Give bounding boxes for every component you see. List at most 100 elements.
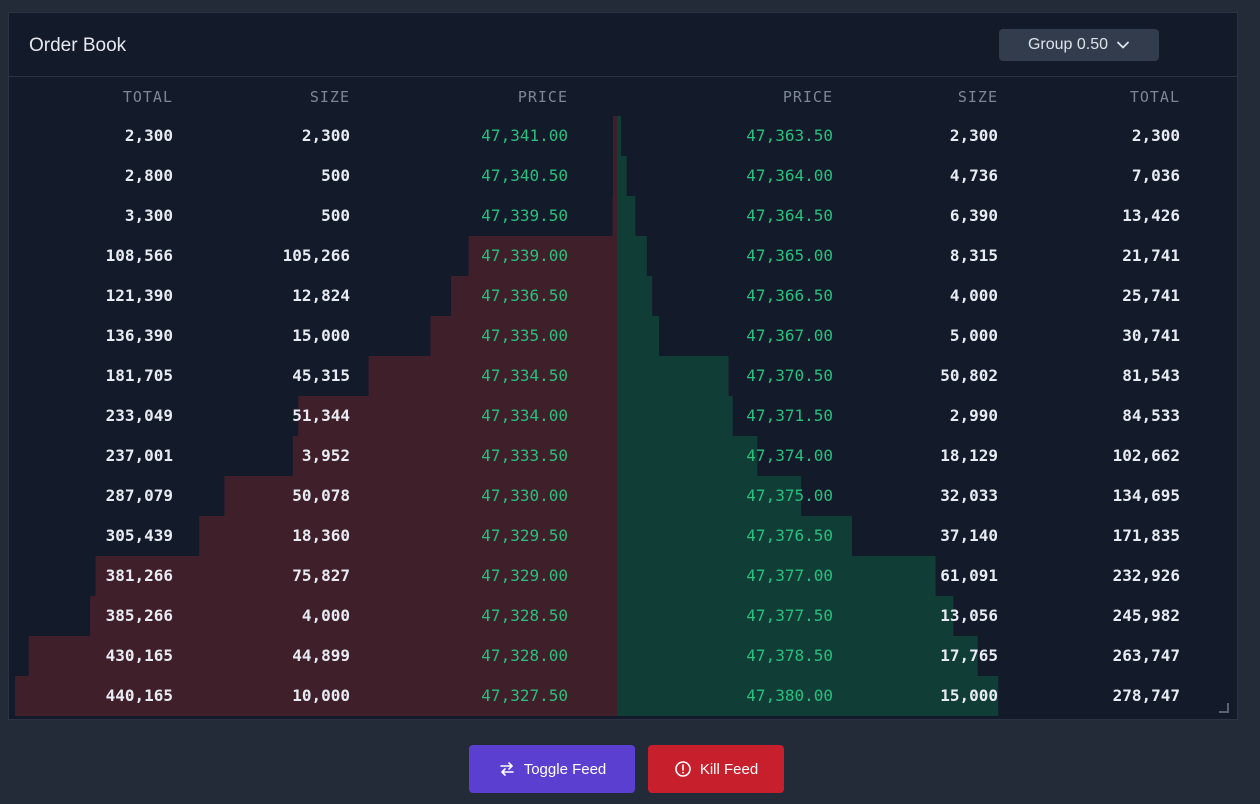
- asks-price-header: PRICE: [782, 88, 833, 106]
- asks-size-cell: 4,000: [949, 286, 998, 305]
- group-select-label: Group 0.50: [1027, 36, 1109, 53]
- asks-total-cell: 84,533: [1122, 406, 1180, 425]
- bids-total-cell: 237,001: [105, 446, 173, 465]
- table-row: 440,165 10,000 47,327.50 47,380.00 15,000 278…: [8, 676, 1238, 716]
- order-book-header: Order Book Group 0.50: [9, 13, 1237, 77]
- bids-size-cell: 75,827: [292, 566, 350, 585]
- asks-total-cell: 134,695: [1112, 486, 1180, 505]
- bids-price-header: PRICE: [517, 88, 568, 106]
- toggle-feed-button[interactable]: Toggle Feed: [469, 745, 635, 793]
- asks-total-header: TOTAL: [1129, 88, 1180, 106]
- asks-price-cell: 47,375.00: [746, 486, 833, 505]
- bids-size-cell: 3,952: [301, 446, 350, 465]
- table-row: 108,566 105,266 47,339.00 47,365.00 8,315 21,…: [8, 236, 1238, 276]
- bids-size-cell: 45,315: [292, 366, 350, 385]
- bids-price-cell: 47,329.00: [481, 566, 568, 585]
- asks-total-cell: 278,747: [1112, 686, 1180, 705]
- bids-total-cell: 305,439: [105, 526, 173, 545]
- page-title: Order Book: [29, 35, 127, 56]
- table-row: 136,390 15,000 47,335.00 47,367.00 5,000 30,7…: [8, 316, 1238, 356]
- asks-size-cell: 32,033: [940, 486, 998, 505]
- asks-size-cell: 4,736: [949, 166, 998, 185]
- asks-size-cell: 37,140: [940, 526, 998, 545]
- table-row: 237,001 3,952 47,333.50 47,374.00 18,129 102,…: [8, 436, 1238, 476]
- bids-size-cell: 4,000: [301, 606, 350, 625]
- asks-size-cell: 6,390: [949, 206, 998, 225]
- asks-size-cell: 2,300: [949, 126, 998, 145]
- asks-price-cell: 47,364.50: [746, 206, 833, 225]
- asks-price-cell: 47,374.00: [746, 446, 833, 465]
- asks-price-cell: 47,377.00: [746, 566, 833, 585]
- asks-price-cell: 47,371.50: [746, 406, 833, 425]
- bids-size-cell: 18,360: [292, 526, 350, 545]
- bids-price-cell: 47,339.00: [481, 246, 568, 265]
- table-row: 430,165 44,899 47,328.00 47,378.50 17,765 263…: [8, 636, 1238, 676]
- bids-total-cell: 2,800: [124, 166, 173, 185]
- bids-size-cell: 2,300: [301, 126, 350, 145]
- bids-total-cell: 136,390: [105, 326, 173, 345]
- asks-price-cell: 47,378.50: [746, 646, 833, 665]
- bids-price-cell: 47,339.50: [481, 206, 568, 225]
- table-row: 385,266 4,000 47,328.50 47,377.50 13,056 245,…: [8, 596, 1238, 636]
- asks-size-cell: 5,000: [949, 326, 998, 345]
- bids-price-cell: 47,334.50: [481, 366, 568, 385]
- group-select[interactable]: Group 0.50: [999, 29, 1159, 61]
- asks-total-cell: 30,741: [1122, 326, 1180, 345]
- bids-price-cell: 47,335.00: [481, 326, 568, 345]
- asks-price-cell: 47,365.00: [746, 246, 833, 265]
- bids-price-cell: 47,330.00: [481, 486, 568, 505]
- bids-price-cell: 47,327.50: [481, 686, 568, 705]
- app-frame: Order Book Group 0.50 TOTAL SIZE PRICE P…: [0, 0, 1260, 804]
- bids-size-cell: 500: [321, 166, 350, 185]
- table-row: 233,049 51,344 47,334.00 47,371.50 2,990 84,5…: [8, 396, 1238, 436]
- bids-size-cell: 51,344: [292, 406, 350, 425]
- bids-size-cell: 105,266: [282, 246, 350, 265]
- bids-size-cell: 50,078: [292, 486, 350, 505]
- asks-price-cell: 47,366.50: [746, 286, 833, 305]
- asks-total-cell: 21,741: [1122, 246, 1180, 265]
- bids-size-cell: 12,824: [292, 286, 350, 305]
- asks-total-cell: 25,741: [1122, 286, 1180, 305]
- table-row: 3,300 500 47,339.50 47,364.50 6,390 13,426: [8, 196, 1238, 236]
- bids-price-cell: 47,328.50: [481, 606, 568, 625]
- bids-total-cell: 181,705: [105, 366, 173, 385]
- asks-size-cell: 50,802: [940, 366, 998, 385]
- asks-total-cell: 263,747: [1112, 646, 1180, 665]
- order-book-table: TOTAL SIZE PRICE PRICE SIZE TOTAL 2,300 2…: [8, 76, 1238, 716]
- asks-total-cell: 2,300: [1131, 126, 1180, 145]
- asks-size-cell: 18,129: [940, 446, 998, 465]
- bids-size-header: SIZE: [309, 88, 350, 106]
- table-row: 2,300 2,300 47,341.00 47,363.50 2,300 2,300: [8, 116, 1238, 156]
- table-row: 305,439 18,360 47,329.50 47,376.50 37,140 171…: [8, 516, 1238, 556]
- bids-total-header: TOTAL: [122, 88, 173, 106]
- asks-total-cell: 171,835: [1112, 526, 1180, 545]
- asks-size-header: SIZE: [957, 88, 998, 106]
- table-row: 2,800 500 47,340.50 47,364.00 4,736 7,036: [8, 156, 1238, 196]
- bids-total-cell: 385,266: [105, 606, 173, 625]
- asks-price-cell: 47,370.50: [746, 366, 833, 385]
- bids-size-cell: 44,899: [292, 646, 350, 665]
- toggle-feed-label: Toggle Feed: [523, 760, 607, 778]
- bids-size-cell: 15,000: [292, 326, 350, 345]
- bids-size-cell: 500: [321, 206, 350, 225]
- alert-circle-icon: [675, 761, 691, 777]
- asks-size-cell: 2,990: [949, 406, 998, 425]
- asks-total-cell: 232,926: [1112, 566, 1180, 585]
- asks-price-cell: 47,380.00: [746, 686, 833, 705]
- bids-size-cell: 10,000: [292, 686, 350, 705]
- asks-size-cell: 15,000: [940, 686, 998, 705]
- asks-total-cell: 102,662: [1112, 446, 1180, 465]
- asks-size-cell: 17,765: [940, 646, 998, 665]
- asks-size-cell: 13,056: [940, 606, 998, 625]
- asks-price-cell: 47,376.50: [746, 526, 833, 545]
- asks-total-cell: 81,543: [1122, 366, 1180, 385]
- table-row: 381,266 75,827 47,329.00 47,377.00 61,091 232…: [8, 556, 1238, 596]
- kill-feed-button[interactable]: Kill Feed: [648, 745, 784, 793]
- bids-price-cell: 47,336.50: [481, 286, 568, 305]
- bids-total-cell: 233,049: [105, 406, 173, 425]
- asks-price-cell: 47,377.50: [746, 606, 833, 625]
- bids-price-cell: 47,328.00: [481, 646, 568, 665]
- asks-total-cell: 7,036: [1131, 166, 1180, 185]
- bids-price-cell: 47,333.50: [481, 446, 568, 465]
- bids-price-cell: 47,340.50: [481, 166, 568, 185]
